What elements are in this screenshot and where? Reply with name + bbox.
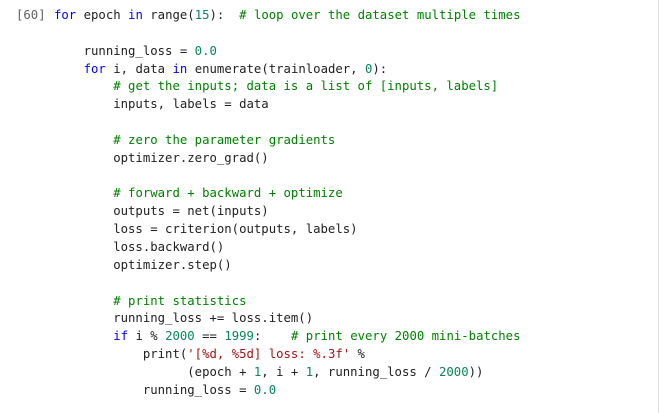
code-line: optimizer.zero_grad() [54, 150, 521, 168]
code-token-plain: ( [187, 8, 195, 22]
code-token-plain: running_loss = [54, 382, 254, 397]
code-token-plain: ): [372, 61, 388, 76]
code-token-cm: # loop over the dataset multiple times [239, 8, 521, 22]
code-token-plain: running_loss = [54, 43, 195, 58]
code-token-plain: : [253, 329, 291, 344]
code-token-plain: range [150, 8, 188, 22]
code-line: running_loss += loss.item() [54, 310, 521, 328]
code-token-plain: loss.backward() [54, 239, 225, 254]
code-token-plain: epoch [83, 8, 129, 22]
code-line: inputs, labels = data [54, 96, 521, 114]
code-token-plain: running_loss += loss.item() [54, 311, 314, 326]
code-token-kw: in [128, 8, 151, 22]
code-token-plain: optimizer.step() [54, 257, 232, 272]
code-token-cm: # zero the parameter gradients [113, 132, 336, 147]
code-line: # forward + backward + optimize [54, 185, 521, 203]
code-token-plain: optimizer.zero_grad() [54, 150, 269, 165]
code-token-str: '[%d, %5d] loss: %.3f' [187, 347, 351, 362]
execution-count-prompt: [60] [16, 8, 46, 22]
code-token-plain: print [142, 347, 180, 362]
code-token-num: 0.0 [253, 382, 277, 397]
code-token-plain: i % [135, 329, 166, 344]
code-line: for epoch in range(15): # loop over the … [54, 7, 521, 25]
code-line: running_loss = 0.0 [54, 43, 521, 61]
code-token-num: 1999 [224, 329, 254, 344]
code-token-num: 1 [305, 364, 314, 379]
code-token-plain: (epoch + [54, 364, 254, 379]
code-line: print('[%d, %5d] loss: %.3f' % [54, 346, 521, 364]
code-token-num: 0.0 [194, 43, 217, 58]
code-line: # get the inputs; data is a list of [inp… [54, 78, 521, 96]
code-token-plain: )) [468, 364, 484, 379]
code-line: loss = criterion(outputs, labels) [54, 221, 521, 239]
code-line: if i % 2000 == 1999: # print every 2000 … [54, 328, 521, 346]
code-line: optimizer.step() [54, 257, 521, 275]
code-line: (epoch + 1, i + 1, running_loss / 2000)) [54, 364, 521, 382]
code-token-num: 2000 [438, 364, 469, 379]
code-line: # zero the parameter gradients [54, 132, 521, 150]
code-line: outputs = net(inputs) [54, 203, 521, 221]
code-token-kw: in [172, 61, 195, 76]
code-token-plain: , running_loss / [313, 364, 439, 379]
code-token-plain: enumerate [194, 61, 262, 76]
code-token-plain: outputs = net(inputs) [54, 204, 269, 219]
code-token-cm: # print every 2000 mini-batches [290, 329, 521, 344]
code-token-plain: (trainloader, [261, 61, 365, 76]
code-token-kw: for [83, 61, 114, 76]
notebook-code-cell[interactable]: [60] for epoch in range(15): # loop over… [0, 0, 659, 413]
code-line: # print statistics [54, 293, 521, 311]
code-token-plain: loss = criterion(outputs, labels) [54, 222, 358, 237]
code-token-plain: i, data [113, 61, 173, 76]
code-token-cm: # print statistics [113, 293, 247, 308]
code-token-plain: == [194, 329, 225, 344]
code-token-plain: inputs, labels = data [54, 97, 269, 112]
code-token-kw: for [54, 8, 84, 22]
code-token-plain: % [350, 347, 365, 362]
code-token-num: 15 [194, 8, 210, 22]
code-token-cm: # forward + backward + optimize [113, 186, 343, 201]
code-line: for i, data in enumerate(trainloader, 0)… [54, 61, 521, 79]
code-line: running_loss = 0.0 [54, 382, 521, 400]
code-token-num: 2000 [165, 329, 195, 344]
code-editor[interactable]: for epoch in range(15): # loop over the … [54, 7, 521, 400]
code-token-plain: ): [209, 8, 240, 22]
code-token-kw: if [113, 329, 136, 344]
code-token-plain: , i + [261, 364, 306, 379]
code-line: loss.backward() [54, 239, 521, 257]
code-token-cm: # get the inputs; data is a list of [inp… [113, 79, 499, 94]
